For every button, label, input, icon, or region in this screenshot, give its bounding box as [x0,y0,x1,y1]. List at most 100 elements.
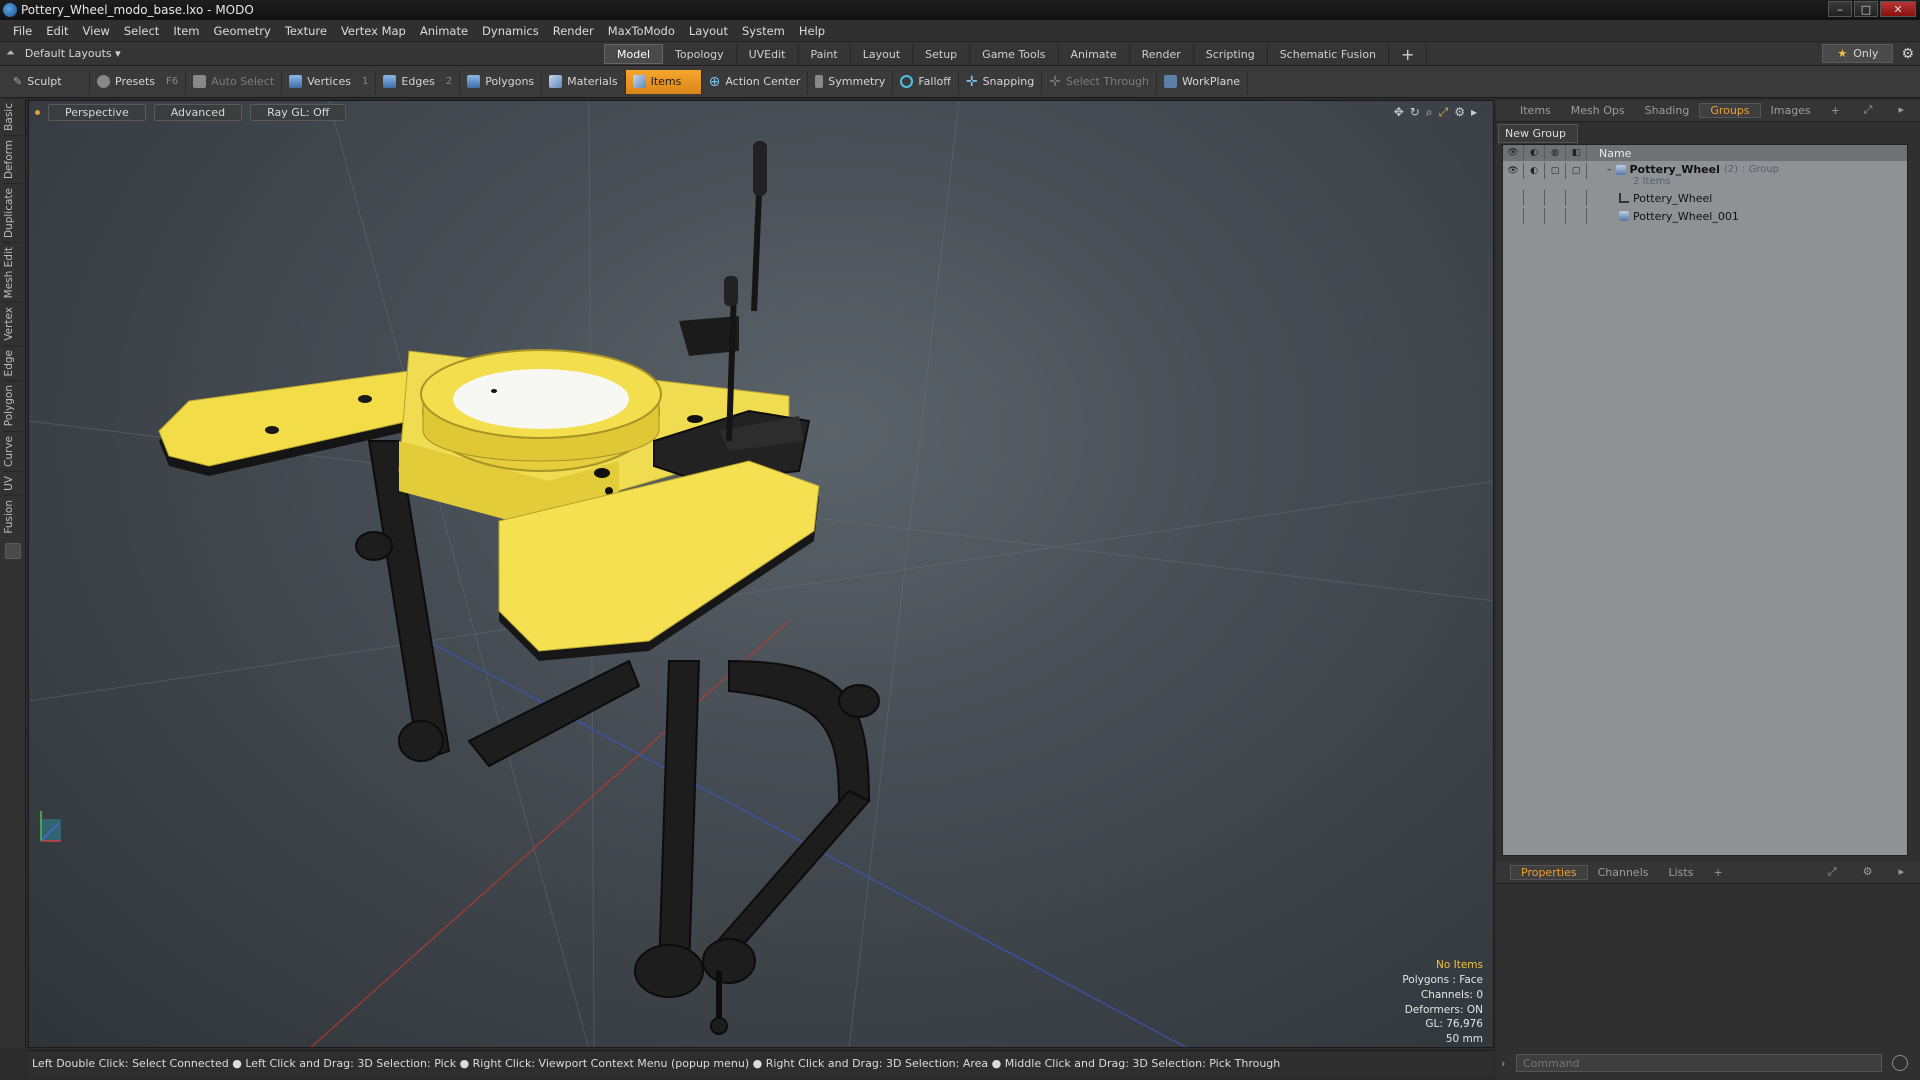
gear-icon[interactable]: ⚙ [1901,46,1914,62]
tab-lists[interactable]: Lists [1659,866,1704,879]
action-center-button[interactable]: ⊕ Action Center [702,69,809,94]
tab-uvedit[interactable]: UVEdit [737,44,799,64]
tab-schematic-fusion[interactable]: Schematic Fusion [1268,44,1390,64]
only-toggle[interactable]: ★ Only [1822,44,1894,63]
tab-groups[interactable]: Groups [1699,103,1761,118]
tree-row-item[interactable]: Pottery_Wheel [1503,189,1907,207]
materials-button[interactable]: Materials [542,69,626,94]
sculpt-button[interactable]: ✎ Sculpt [6,69,90,94]
tab-game-tools[interactable]: Game Tools [970,44,1059,64]
tab-channels[interactable]: Channels [1588,866,1659,879]
auto-select-button[interactable]: Auto Select [186,69,283,94]
menu-vertex-map[interactable]: Vertex Map [334,24,413,38]
row-select-toggle[interactable]: ▢ [1566,163,1587,179]
viewport-menu-arrow-icon[interactable]: ▸ [1471,105,1477,120]
3d-viewport[interactable]: Perspective Advanced Ray GL: Off ✥ ↻ ⌕ ⤢… [28,100,1494,1048]
polygons-button[interactable]: Polygons [460,69,543,94]
close-button[interactable]: ✕ [1880,1,1916,17]
tree-row-item[interactable]: Pottery_Wheel_001 [1503,207,1907,225]
name-column-header[interactable]: Name [1599,147,1631,160]
tab-topology[interactable]: Topology [663,44,737,64]
lefttab-curve[interactable]: Curve [3,430,23,471]
command-input[interactable] [1516,1054,1882,1072]
layout-toggle-icon[interactable]: ⏶ [6,46,15,60]
lefttab-basic[interactable]: Basic [3,98,23,135]
properties-settings-icon[interactable]: ⚙ [1853,865,1883,879]
visibility-column-icon[interactable]: 👁 [1503,145,1524,161]
falloff-button[interactable]: Falloff [893,69,959,94]
tab-scripting[interactable]: Scripting [1194,44,1268,64]
add-properties-tab-button[interactable]: + [1703,866,1732,879]
items-button[interactable]: Items [625,69,702,94]
rotate-icon[interactable]: ↻ [1410,105,1420,120]
menu-geometry[interactable]: Geometry [207,24,278,38]
lefttab-uv[interactable]: UV [3,470,23,495]
menu-edit[interactable]: Edit [39,24,75,38]
add-tab-button[interactable]: + [1389,44,1428,64]
tab-model[interactable]: Model [604,44,664,64]
lock-column-icon[interactable]: ◍ [1545,145,1566,161]
expand-properties-icon[interactable]: ⤢ [1818,865,1847,879]
viewport-settings-icon[interactable]: ⚙ [1454,105,1465,120]
fit-icon[interactable]: ⤢ [1439,105,1449,120]
menu-system[interactable]: System [735,24,792,38]
lefttab-vertex[interactable]: Vertex [3,302,23,345]
presets-button[interactable]: Presets F6 [90,69,187,94]
menu-dynamics[interactable]: Dynamics [475,24,546,38]
collapse-icon[interactable]: – [1607,165,1612,175]
symmetry-button[interactable]: Symmetry [808,69,894,94]
select-through-button[interactable]: ✛ Select Through [1042,69,1158,94]
tab-mesh-ops[interactable]: Mesh Ops [1561,104,1635,117]
tree-row-group[interactable]: 👁 ◐ ▢ ▢ – Pottery_Wheel (2) : Group 2 It… [1503,161,1907,189]
panel-toggle-button[interactable] [5,543,21,560]
expand-panel-icon[interactable]: ⤢ [1854,103,1883,117]
row-render-toggle[interactable]: ◐ [1524,163,1545,179]
menu-animate[interactable]: Animate [413,24,475,38]
menu-item[interactable]: Item [166,24,206,38]
tab-paint[interactable]: Paint [799,44,851,64]
lefttab-edge[interactable]: Edge [3,344,23,381]
command-execute-button[interactable] [1892,1055,1908,1071]
menu-maxtomodo[interactable]: MaxToModo [601,24,682,38]
add-panel-tab-button[interactable]: + [1821,104,1850,117]
tab-layout[interactable]: Layout [851,44,914,64]
tab-items[interactable]: Items [1510,104,1561,117]
tab-shading[interactable]: Shading [1635,104,1700,117]
command-history-arrow-icon[interactable]: › [1501,1057,1505,1070]
edges-button[interactable]: Edges 2 [376,69,461,94]
lefttab-polygon[interactable]: Polygon [3,380,23,431]
menu-view[interactable]: View [76,24,117,38]
tab-images[interactable]: Images [1761,104,1821,117]
row-lock-toggle[interactable]: ▢ [1545,163,1566,179]
vertices-button[interactable]: Vertices 1 [282,69,377,94]
view-mode-button[interactable]: Perspective [48,103,146,121]
lefttab-deform[interactable]: Deform [3,134,23,183]
lefttab-fusion[interactable]: Fusion [3,494,23,538]
menu-render[interactable]: Render [546,24,601,38]
panel-menu-arrow-icon[interactable]: ▸ [1888,103,1914,117]
workplane-button[interactable]: WorkPlane [1157,69,1249,94]
zoom-icon[interactable]: ⌕ [1426,105,1433,120]
minimize-button[interactable]: – [1828,1,1852,17]
properties-menu-arrow-icon[interactable]: ▸ [1888,865,1914,879]
menu-help[interactable]: Help [792,24,832,38]
select-column-icon[interactable]: ◧ [1566,145,1587,161]
shading-mode-button[interactable]: Advanced [153,103,243,121]
snapping-button[interactable]: ✛ Snapping [959,69,1043,94]
pan-icon[interactable]: ✥ [1394,105,1404,120]
tab-properties[interactable]: Properties [1510,865,1588,880]
layout-dropdown[interactable]: Default Layouts ▾ [25,47,121,60]
tab-setup[interactable]: Setup [913,44,971,64]
viewport-options-icon[interactable] [35,109,40,115]
menu-select[interactable]: Select [117,24,166,38]
raygl-button[interactable]: Ray GL: Off [250,103,347,121]
render-column-icon[interactable]: ◐ [1524,145,1545,161]
new-group-button[interactable]: New Group [1498,124,1578,143]
tab-render[interactable]: Render [1130,44,1194,64]
lefttab-mesh-edit[interactable]: Mesh Edit [3,241,23,303]
maximize-button[interactable]: □ [1854,1,1878,17]
menu-file[interactable]: File [6,24,39,38]
menu-texture[interactable]: Texture [278,24,334,38]
lefttab-duplicate[interactable]: Duplicate [3,182,23,242]
menu-layout[interactable]: Layout [682,24,735,38]
